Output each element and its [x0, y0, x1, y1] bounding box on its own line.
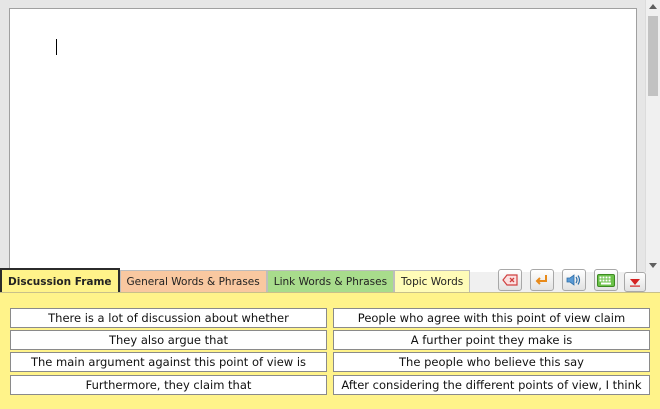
keyboard-icon — [597, 273, 615, 287]
keyboard-button[interactable] — [594, 269, 618, 291]
scroll-up-arrow-icon[interactable] — [649, 4, 657, 9]
scroll-down-arrow-icon[interactable] — [649, 263, 657, 268]
enter-icon — [534, 273, 550, 287]
enter-button[interactable] — [530, 269, 554, 291]
phrase-button[interactable]: Furthermore, they claim that — [10, 375, 327, 395]
text-editor[interactable] — [9, 8, 637, 272]
tab-general-words-phrases[interactable]: General Words & Phrases — [119, 270, 267, 292]
scrollbar-thumb[interactable] — [648, 16, 658, 96]
phrase-button[interactable]: The main argument against this point of … — [10, 352, 327, 372]
phrase-button[interactable]: The people who believe this say — [333, 352, 650, 372]
phrase-button[interactable]: There is a lot of discussion about wheth… — [10, 308, 327, 328]
speaker-icon — [565, 273, 583, 287]
tab-discussion-frame[interactable]: Discussion Frame — [0, 268, 120, 292]
collapse-icon — [629, 277, 641, 287]
editor-frame — [0, 0, 660, 272]
tab-topic-words[interactable]: Topic Words — [394, 270, 471, 292]
speak-button[interactable] — [562, 269, 586, 291]
collapse-panel-button[interactable] — [624, 272, 646, 292]
phrase-panel-discussion-frame: There is a lot of discussion about wheth… — [0, 292, 660, 409]
backspace-button[interactable] — [498, 269, 522, 291]
tab-link-words-phrases[interactable]: Link Words & Phrases — [266, 270, 395, 292]
text-caret — [56, 39, 57, 55]
phrase-button[interactable]: After considering the different points o… — [333, 375, 650, 395]
word-bank-tabs: Discussion Frame General Words & Phrases… — [0, 268, 471, 292]
writing-app: Discussion Frame General Words & Phrases… — [0, 0, 660, 409]
backspace-icon — [502, 274, 518, 286]
vertical-scrollbar[interactable] — [645, 0, 660, 272]
phrase-button[interactable]: People who agree with this point of view… — [333, 308, 650, 328]
phrase-button[interactable]: They also argue that — [10, 330, 327, 350]
phrase-button[interactable]: A further point they make is — [333, 330, 650, 350]
